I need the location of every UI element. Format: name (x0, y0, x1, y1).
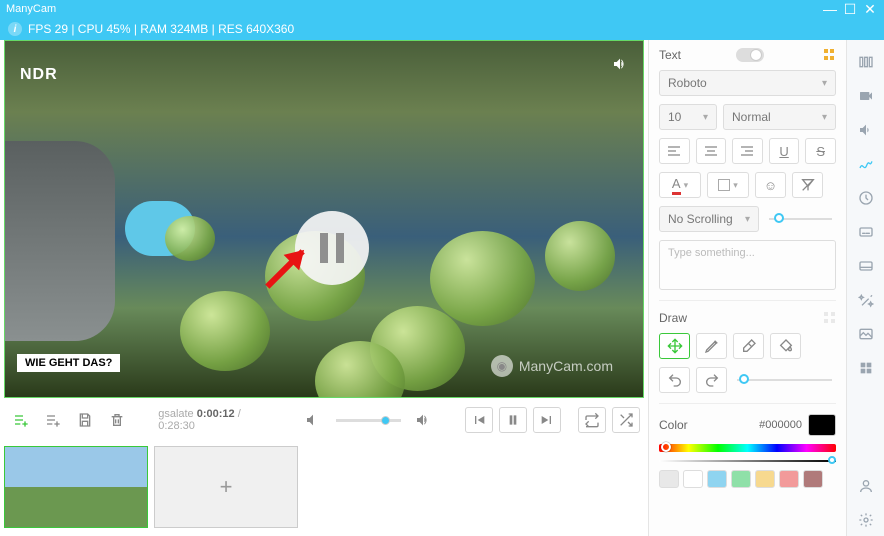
draw-panel-title: Draw (659, 311, 687, 325)
lightness-slider[interactable] (659, 460, 836, 462)
bg-color-button[interactable] (707, 172, 749, 198)
video-banner: WIE GEHT DAS? (17, 354, 120, 372)
color-swatch[interactable] (803, 470, 823, 488)
color-hex: #000000 (759, 419, 802, 431)
side-panel: Text Roboto▾ 10▾ Normal▾ U S A ☺ No Scro… (648, 40, 846, 536)
current-time: 0:00:12 (197, 408, 235, 420)
maximize-button[interactable]: ☐ (842, 1, 858, 17)
scroll-select[interactable]: No Scrolling▾ (659, 206, 759, 232)
color-header: Color #000000 (659, 414, 836, 436)
text-toggle[interactable] (736, 48, 764, 62)
broadcaster-logo: NDR (20, 66, 58, 84)
watermark-text: ManyCam.com (519, 358, 613, 374)
total-time: 0:28:30 (158, 420, 195, 432)
rail-lower-third[interactable] (850, 250, 882, 282)
color-title: Color (659, 418, 688, 432)
text-color-button[interactable]: A (659, 172, 701, 198)
rail-user[interactable] (850, 470, 882, 502)
watermark: ◉ ManyCam.com (491, 355, 613, 377)
color-swatch[interactable] (707, 470, 727, 488)
draw-panel-header: Draw (659, 311, 836, 325)
playback-controls: gsalate 0:00:12 / 0:28:30 (0, 400, 648, 440)
font-select[interactable]: Roboto▾ (659, 70, 836, 96)
pause-button[interactable] (499, 407, 527, 433)
minimize-button[interactable]: — (822, 1, 838, 17)
title-bar: ManyCam — ☐ ✕ (0, 0, 884, 18)
color-swatch[interactable] (659, 470, 679, 488)
volume-high-icon (411, 406, 437, 434)
grid-icon[interactable] (824, 49, 836, 61)
rail-time[interactable] (850, 182, 882, 214)
file-name-fragment: gsalate (158, 408, 193, 420)
scroll-speed-slider[interactable] (769, 218, 832, 220)
playlist-add-button[interactable] (40, 406, 66, 434)
color-swatch[interactable] (779, 470, 799, 488)
clear-format-button[interactable] (792, 172, 823, 198)
video-volume-icon[interactable] (612, 56, 628, 77)
color-swatch[interactable] (683, 470, 703, 488)
save-button[interactable] (72, 406, 98, 434)
stats-text: FPS 29 | CPU 45% | RAM 324MB | RES 640X3… (28, 22, 294, 36)
preset-thumb-1[interactable] (4, 446, 148, 528)
text-panel-title: Text (659, 48, 681, 62)
fill-tool-button[interactable] (770, 333, 801, 359)
rail-settings[interactable] (850, 504, 882, 536)
rail-audio[interactable] (850, 114, 882, 146)
pause-overlay-button[interactable] (295, 211, 369, 285)
text-panel-header: Text (659, 48, 836, 62)
align-right-button[interactable] (732, 138, 763, 164)
current-color-swatch[interactable] (808, 414, 836, 436)
loop-button[interactable] (578, 407, 606, 433)
next-button[interactable] (533, 407, 561, 433)
playback-time: gsalate 0:00:12 / 0:28:30 (158, 408, 271, 432)
info-icon[interactable]: i (8, 22, 22, 36)
volume-slider[interactable] (336, 419, 401, 422)
close-button[interactable]: ✕ (862, 1, 878, 17)
align-left-button[interactable] (659, 138, 690, 164)
color-swatch[interactable] (755, 470, 775, 488)
video-preview[interactable]: NDR WIE GEHT DAS? ◉ ManyCam.com (4, 40, 644, 398)
preset-thumbnails: + (0, 440, 648, 534)
tool-rail (846, 40, 884, 536)
rail-subtitle[interactable] (850, 216, 882, 248)
rail-grid[interactable] (850, 352, 882, 384)
rail-picture[interactable] (850, 318, 882, 350)
hue-slider[interactable] (659, 444, 836, 452)
app-title: ManyCam (6, 3, 56, 15)
eraser-tool-button[interactable] (733, 333, 764, 359)
prev-button[interactable] (465, 407, 493, 433)
underline-button[interactable]: U (769, 138, 800, 164)
rail-effects[interactable] (850, 284, 882, 316)
delete-button[interactable] (104, 406, 130, 434)
window-controls: — ☐ ✕ (822, 1, 878, 17)
strikethrough-button[interactable]: S (805, 138, 836, 164)
shuffle-button[interactable] (612, 407, 640, 433)
volume-low-icon (300, 406, 326, 434)
grid-icon-2[interactable] (824, 312, 836, 324)
video-area: NDR WIE GEHT DAS? ◉ ManyCam.com (0, 40, 648, 400)
brush-size-slider[interactable] (737, 379, 832, 381)
preset-thumb-add[interactable]: + (154, 446, 298, 528)
align-center-button[interactable] (696, 138, 727, 164)
color-swatches (659, 470, 836, 488)
pencil-tool-button[interactable] (696, 333, 727, 359)
redo-button[interactable] (696, 367, 727, 393)
rail-draw[interactable] (850, 148, 882, 180)
color-swatch[interactable] (731, 470, 751, 488)
move-tool-button[interactable] (659, 333, 690, 359)
emoji-button[interactable]: ☺ (755, 172, 786, 198)
stats-bar: i FPS 29 | CPU 45% | RAM 324MB | RES 640… (0, 18, 884, 40)
main-column: NDR WIE GEHT DAS? ◉ ManyCam.com (0, 40, 648, 536)
font-weight-select[interactable]: Normal▾ (723, 104, 836, 130)
watermark-icon: ◉ (491, 355, 513, 377)
playlist-add-green-button[interactable] (8, 406, 34, 434)
font-size-select[interactable]: 10▾ (659, 104, 717, 130)
rail-camera[interactable] (850, 80, 882, 112)
rail-presets[interactable] (850, 46, 882, 78)
plus-icon: + (220, 474, 233, 500)
undo-button[interactable] (659, 367, 690, 393)
text-input[interactable]: Type something... (659, 240, 836, 290)
